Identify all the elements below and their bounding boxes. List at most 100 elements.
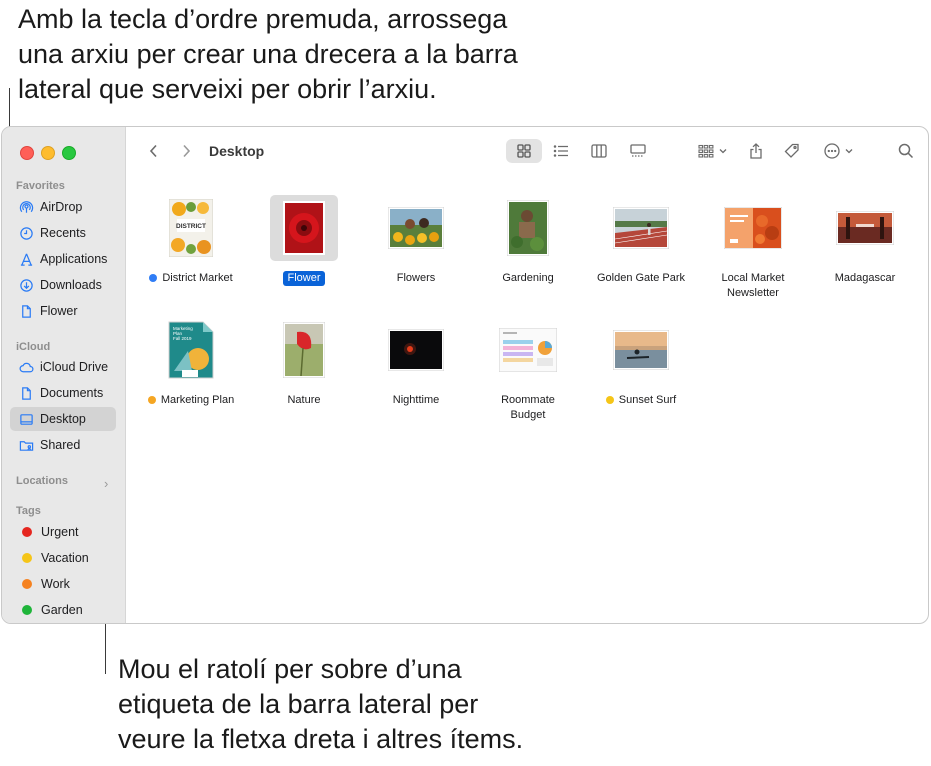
- sidebar-heading-favorites: Favorites: [16, 180, 65, 192]
- group-grid-icon: [697, 144, 713, 158]
- file-thumbnail: [606, 317, 676, 383]
- sidebar-item-label: Work: [41, 577, 70, 591]
- file-label: Madagascar: [834, 272, 896, 284]
- sidebar-item-tag-garden[interactable]: Garden: [10, 598, 116, 622]
- more-actions-button[interactable]: [818, 139, 858, 163]
- document-icon: [18, 303, 34, 319]
- file-item-madagascar[interactable]: Madagascar: [810, 195, 920, 285]
- sidebar-item-desktop[interactable]: Desktop: [10, 407, 116, 431]
- chevron-right-icon[interactable]: ›: [104, 476, 108, 491]
- callout-top-text: Amb la tecla d’ordre premuda, arrossega …: [18, 4, 518, 104]
- desktop-icon: [18, 411, 34, 427]
- file-thumbnail: DISTRICT: [156, 195, 226, 261]
- file-item-golden-gate-park[interactable]: Golden Gate Park: [586, 195, 696, 285]
- list-view-button[interactable]: [546, 139, 576, 163]
- forward-button[interactable]: [174, 139, 198, 163]
- tag-dot-icon: [22, 553, 32, 563]
- search-icon: [898, 143, 914, 159]
- back-button[interactable]: [142, 139, 166, 163]
- icon-view-button[interactable]: [506, 139, 542, 163]
- file-thumbnail: [718, 195, 788, 261]
- file-thumbnail: [269, 317, 339, 383]
- sidebar-item-tag-vacation[interactable]: Vacation: [10, 546, 116, 570]
- search-button[interactable]: [894, 139, 918, 163]
- file-item-nature[interactable]: Nature: [249, 317, 359, 407]
- window-controls: [20, 146, 76, 160]
- sidebar-item-label: Documents: [40, 386, 104, 400]
- sidebar-item-label: Shared: [40, 438, 81, 452]
- column-view-button[interactable]: [584, 139, 614, 163]
- file-item-roommate-budget[interactable]: Roommate Budget: [473, 317, 583, 421]
- tag-dot-icon: [149, 274, 158, 282]
- chevron-down-icon: [719, 149, 726, 154]
- file-item-nighttime[interactable]: Nighttime: [361, 317, 471, 407]
- photo-thumbnail-icon: [283, 322, 325, 378]
- file-item-local-market-newsletter[interactable]: Local Market Newsletter: [698, 195, 808, 299]
- photo-thumbnail-icon: [613, 330, 669, 370]
- sidebar: Favorites AirDrop Recents Applications D…: [2, 127, 126, 623]
- poster-thumbnail-text: DISTRICT: [176, 223, 206, 230]
- sidebar-item-airdrop[interactable]: AirDrop: [10, 195, 116, 219]
- cloud-icon: [18, 359, 34, 375]
- file-item-flower[interactable]: Flower: [249, 195, 359, 286]
- sidebar-item-label: Urgent: [41, 525, 79, 539]
- finder-window: Favorites AirDrop Recents Applications D…: [1, 126, 929, 624]
- document-icon: [18, 385, 34, 401]
- sidebar-item-flower[interactable]: Flower: [10, 299, 116, 323]
- tag-icon: [784, 143, 799, 158]
- photo-thumbnail-icon: [613, 207, 669, 249]
- file-item-flowers[interactable]: Flowers: [361, 195, 471, 285]
- file-label: Flower: [249, 271, 359, 286]
- zoom-window-button[interactable]: [62, 146, 76, 160]
- chevron-down-icon: [845, 149, 852, 154]
- file-label: Gardening: [502, 272, 554, 284]
- document-thumbnail-icon: Marketing Plan Fall 2019: [168, 321, 214, 379]
- share-icon: [750, 143, 762, 159]
- chevron-right-icon: [183, 144, 191, 158]
- sidebar-item-documents[interactable]: Documents: [10, 381, 116, 405]
- applications-icon: [18, 251, 34, 267]
- shared-folder-icon: [18, 437, 34, 453]
- minimize-window-button[interactable]: [41, 146, 55, 160]
- file-item-sunset-surf[interactable]: Sunset Surf: [586, 317, 696, 407]
- file-label: Nature: [287, 394, 321, 406]
- gallery-view-button[interactable]: [622, 139, 654, 163]
- file-thumbnail: [493, 317, 563, 383]
- file-label: Flowers: [396, 272, 436, 284]
- group-by-button[interactable]: [692, 139, 732, 163]
- share-button[interactable]: [744, 139, 768, 163]
- newsletter-thumbnail-icon: [724, 207, 782, 249]
- file-label: Marketing Plan: [136, 393, 246, 408]
- sidebar-item-tag-work[interactable]: Work: [10, 572, 116, 596]
- window-title: Desktop: [209, 143, 265, 159]
- toolbar: Desktop: [126, 127, 928, 177]
- file-item-gardening[interactable]: Gardening: [473, 195, 583, 285]
- tag-dot-icon: [22, 579, 32, 589]
- sidebar-item-icloud-drive[interactable]: iCloud Drive: [10, 355, 116, 379]
- sidebar-item-shared[interactable]: Shared: [10, 433, 116, 457]
- sidebar-item-recents[interactable]: Recents: [10, 221, 116, 245]
- file-item-district-market[interactable]: DISTRICT District Market: [136, 195, 246, 285]
- tag-button[interactable]: [780, 139, 804, 163]
- sidebar-heading-locations[interactable]: Locations: [16, 475, 68, 487]
- tag-dot-icon: [22, 527, 32, 537]
- tag-dot-icon: [147, 396, 156, 404]
- close-window-button[interactable]: [20, 146, 34, 160]
- file-item-marketing-plan[interactable]: Marketing Plan Fall 2019 Marketing Plan: [136, 317, 246, 407]
- sidebar-item-tag-urgent[interactable]: Urgent: [10, 520, 116, 544]
- file-thumbnail: [381, 317, 451, 383]
- spreadsheet-thumbnail-icon: [499, 328, 557, 372]
- sidebar-item-label: Recents: [40, 226, 86, 240]
- list-icon: [553, 145, 568, 157]
- download-icon: [18, 277, 34, 293]
- file-thumbnail: [606, 195, 676, 261]
- sidebar-item-applications[interactable]: Applications: [10, 247, 116, 271]
- file-thumbnail: [830, 195, 900, 261]
- flower-photo-icon: [283, 201, 325, 255]
- sidebar-item-downloads[interactable]: Downloads: [10, 273, 116, 297]
- tag-dot-icon: [605, 396, 614, 404]
- photo-thumbnail-icon: [388, 207, 444, 249]
- file-label: District Market: [136, 271, 246, 286]
- grid-icon: [517, 144, 531, 158]
- photo-thumbnail-icon: [507, 200, 549, 256]
